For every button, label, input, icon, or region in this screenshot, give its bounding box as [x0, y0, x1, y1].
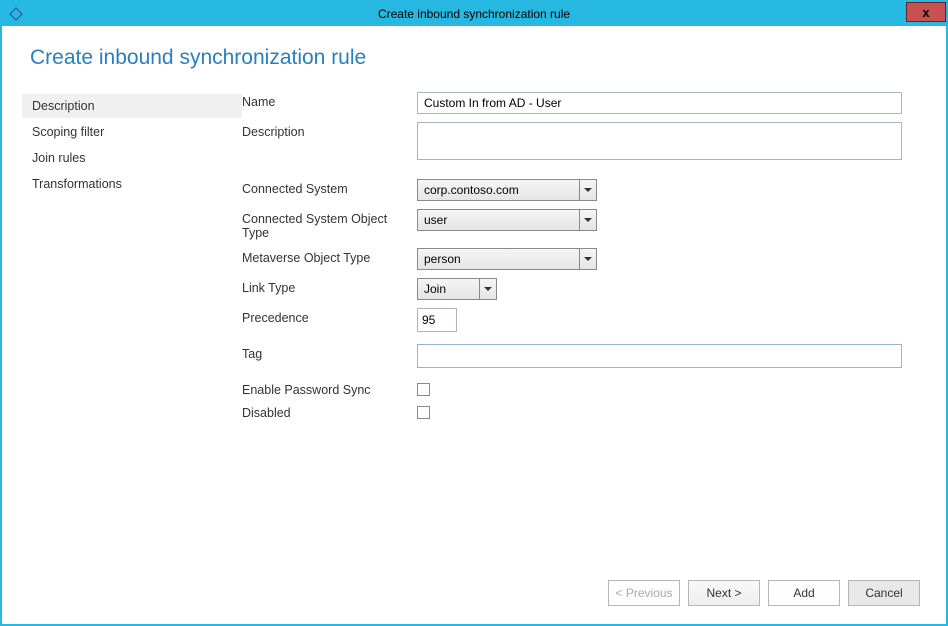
footer-buttons: < Previous Next > Add Cancel: [608, 580, 920, 606]
sidebar-item-label: Join rules: [32, 151, 86, 165]
mv-object-type-value: person: [417, 248, 579, 270]
tag-input[interactable]: [417, 344, 902, 368]
cs-object-type-select[interactable]: user: [417, 209, 597, 231]
main-body: Description Scoping filter Join rules Tr…: [22, 90, 926, 604]
dropdown-button[interactable]: [579, 179, 597, 201]
precedence-label: Precedence: [242, 308, 417, 325]
sidebar-item-label: Scoping filter: [32, 125, 104, 139]
wizard-sidebar: Description Scoping filter Join rules Tr…: [22, 90, 242, 604]
link-type-select[interactable]: Join: [417, 278, 497, 300]
connected-system-value: corp.contoso.com: [417, 179, 579, 201]
chevron-down-icon: [584, 218, 592, 222]
sidebar-item-transformations[interactable]: Transformations: [22, 172, 242, 196]
close-button[interactable]: x: [906, 2, 946, 22]
name-input[interactable]: [417, 92, 902, 114]
window-frame: Create inbound synchronization rule x Cr…: [0, 0, 948, 626]
description-input[interactable]: [417, 122, 902, 160]
mv-object-type-label: Metaverse Object Type: [242, 248, 417, 265]
disabled-label: Disabled: [242, 403, 417, 420]
dropdown-button[interactable]: [479, 278, 497, 300]
link-type-label: Link Type: [242, 278, 417, 295]
description-label: Description: [242, 122, 417, 139]
dropdown-button[interactable]: [579, 248, 597, 270]
chevron-down-icon: [584, 188, 592, 192]
cs-object-type-value: user: [417, 209, 579, 231]
titlebar: Create inbound synchronization rule x: [2, 2, 946, 26]
close-icon: x: [922, 5, 929, 20]
sidebar-item-label: Transformations: [32, 177, 122, 191]
cs-object-type-label: Connected System Object Type: [242, 209, 417, 240]
add-button[interactable]: Add: [768, 580, 840, 606]
page-title: Create inbound synchronization rule: [30, 46, 926, 70]
enable-password-sync-checkbox[interactable]: [417, 383, 430, 396]
app-icon: [8, 6, 24, 22]
window-title: Create inbound synchronization rule: [378, 7, 570, 21]
mv-object-type-select[interactable]: person: [417, 248, 597, 270]
sidebar-item-join-rules[interactable]: Join rules: [22, 146, 242, 170]
form-area: Name Description Connected System: [242, 90, 926, 604]
chevron-down-icon: [584, 257, 592, 261]
dropdown-button[interactable]: [579, 209, 597, 231]
cancel-button[interactable]: Cancel: [848, 580, 920, 606]
precedence-input[interactable]: [417, 308, 457, 332]
content-area: Create inbound synchronization rule Desc…: [2, 26, 946, 624]
sidebar-item-label: Description: [32, 99, 95, 113]
sidebar-item-scoping-filter[interactable]: Scoping filter: [22, 120, 242, 144]
connected-system-select[interactable]: corp.contoso.com: [417, 179, 597, 201]
name-label: Name: [242, 92, 417, 109]
connected-system-label: Connected System: [242, 179, 417, 196]
previous-button[interactable]: < Previous: [608, 580, 680, 606]
tag-label: Tag: [242, 344, 417, 361]
disabled-checkbox[interactable]: [417, 406, 430, 419]
link-type-value: Join: [417, 278, 479, 300]
next-button[interactable]: Next >: [688, 580, 760, 606]
sidebar-item-description[interactable]: Description: [22, 94, 242, 118]
chevron-down-icon: [484, 287, 492, 291]
enable-password-sync-label: Enable Password Sync: [242, 380, 417, 397]
